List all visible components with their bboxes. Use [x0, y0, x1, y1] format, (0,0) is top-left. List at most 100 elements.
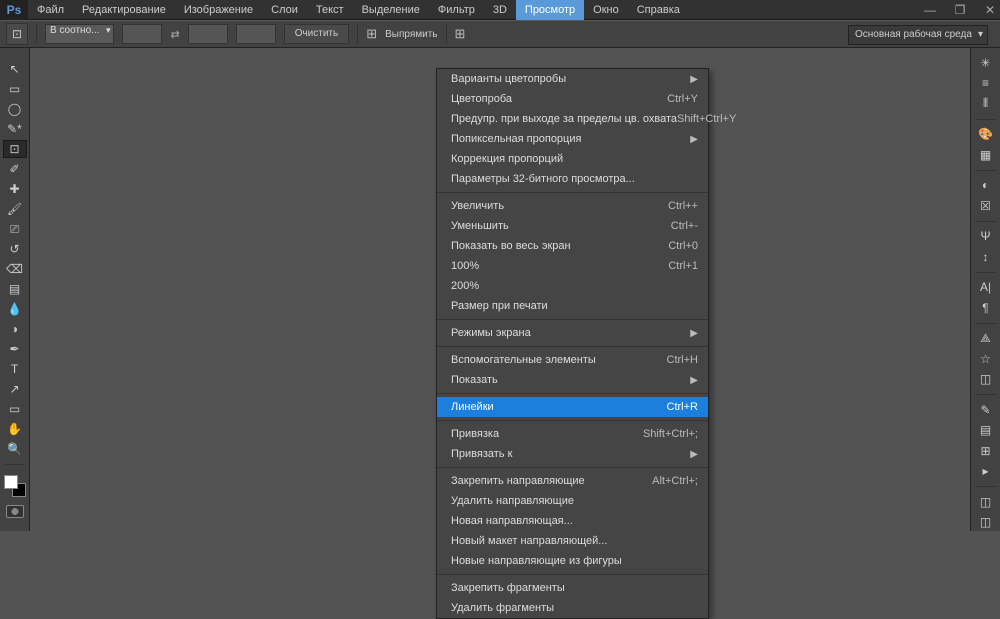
menuitem-цветопроба[interactable]: ЦветопробаCtrl+Y — [437, 89, 708, 109]
menuitem-варианты-цветопробы[interactable]: Варианты цветопробы▶ — [437, 69, 708, 89]
menu-окно[interactable]: Окно — [584, 0, 628, 20]
menu-изображение[interactable]: Изображение — [175, 0, 262, 20]
pen-tool[interactable]: ✒ — [3, 340, 27, 358]
maximize-button[interactable]: ❐ — [952, 3, 968, 17]
history-brush-tool[interactable]: ↺ — [3, 240, 27, 258]
menuitem-удалить-фрагменты[interactable]: Удалить фрагменты — [437, 598, 708, 618]
menuitem-попиксельная-пропорция[interactable]: Попиксельная пропорция▶ — [437, 129, 708, 149]
menuitem-показать[interactable]: Показать▶ — [437, 370, 708, 390]
crop-tool-icon[interactable]: ⊡ — [6, 23, 28, 45]
paragraph-panel[interactable]: ↕ — [975, 248, 997, 266]
paths-panel[interactable]: ◫ — [975, 493, 997, 511]
shape-tool[interactable]: ▭ — [3, 400, 27, 418]
workspace-switcher[interactable]: Основная рабочая среда — [848, 25, 988, 45]
menuitem-100%[interactable]: 100%Ctrl+1 — [437, 256, 708, 276]
layers-panel[interactable]: ◫ — [975, 370, 997, 388]
menu-выделение[interactable]: Выделение — [353, 0, 429, 20]
clear-button[interactable]: Очистить — [284, 24, 350, 44]
quick-select-tool[interactable]: ✎* — [3, 120, 27, 138]
quick-mask-toggle[interactable] — [6, 505, 24, 518]
menuitem-показать-во-весь-экран[interactable]: Показать во весь экранCtrl+0 — [437, 236, 708, 256]
lasso-tool[interactable]: ◯ — [3, 100, 27, 118]
dodge-tool[interactable]: ◑ — [3, 320, 27, 338]
eyedropper-tool[interactable]: ✐ — [3, 160, 27, 178]
title-bar: Ps ФайлРедактированиеИзображениеСлоиТекс… — [0, 0, 1000, 20]
menu-3d[interactable]: 3D — [484, 0, 516, 20]
channels-panel[interactable]: ◫ — [975, 514, 997, 532]
menu-редактирование[interactable]: Редактирование — [73, 0, 175, 20]
brush-tool[interactable]: 🖌 — [3, 200, 27, 218]
submenu-arrow-icon: ▶ — [690, 74, 698, 85]
menuitem-линейки[interactable]: ЛинейкиCtrl+R — [437, 397, 708, 417]
menu-текст[interactable]: Текст — [307, 0, 353, 20]
stamp-tool[interactable]: ⎚ — [3, 220, 27, 238]
menuitem-привязка[interactable]: ПривязкаShift+Ctrl+; — [437, 424, 708, 444]
adjustments-panel[interactable]: ◐ — [975, 176, 997, 194]
ratio-select[interactable]: В соотно... — [45, 24, 114, 44]
healing-tool[interactable]: ✚ — [3, 180, 27, 198]
submenu-arrow-icon: ▶ — [690, 134, 698, 145]
menuitem-новая-направляющая...[interactable]: Новая направляющая... — [437, 511, 708, 531]
overlay-grid-icon[interactable]: ⊞ — [455, 26, 466, 42]
canvas-area[interactable]: Варианты цветопробы▶ЦветопробаCtrl+YПред… — [30, 48, 970, 531]
submenu-arrow-icon: ▶ — [690, 449, 698, 460]
menuitem-увеличить[interactable]: УвеличитьCtrl++ — [437, 196, 708, 216]
menuitem-предупр.-при-выходе-за-пределы-цв.-охвата[interactable]: Предупр. при выходе за пределы цв. охват… — [437, 109, 708, 129]
gradient-tool[interactable]: ▤ — [3, 280, 27, 298]
menuitem-коррекция-пропорций[interactable]: Коррекция пропорций — [437, 149, 708, 169]
layers-comp-panel[interactable]: ☆ — [975, 350, 997, 368]
path-tool[interactable]: ↗ — [3, 380, 27, 398]
minimize-button[interactable]: — — [922, 3, 938, 17]
menu-фильтр[interactable]: Фильтр — [429, 0, 484, 20]
color-swatch[interactable] — [4, 475, 26, 497]
zoom-tool[interactable]: 🔍 — [3, 440, 27, 458]
menuitem-уменьшить[interactable]: УменьшитьCtrl+- — [437, 216, 708, 236]
type-tool[interactable]: T — [3, 360, 27, 378]
styles-panel[interactable]: ☒ — [975, 197, 997, 215]
menuitem-новый-макет-направляющей...[interactable]: Новый макет направляющей... — [437, 531, 708, 551]
menuitem-режимы-экрана[interactable]: Режимы экрана▶ — [437, 323, 708, 343]
menu-слои[interactable]: Слои — [262, 0, 307, 20]
crop-tool[interactable]: ⊡ — [3, 140, 27, 158]
notes-panel[interactable]: ✎ — [975, 401, 997, 419]
menuitem-новые-направляющие-из-фигуры[interactable]: Новые направляющие из фигуры — [437, 551, 708, 571]
history-panel[interactable]: ≡ — [975, 75, 997, 93]
swatches-panel[interactable]: ▦ — [975, 146, 997, 164]
menu-справка[interactable]: Справка — [628, 0, 689, 20]
hand-tool[interactable]: ✋ — [3, 420, 27, 438]
height-field[interactable] — [188, 24, 228, 44]
ps-logo: Ps — [0, 0, 28, 20]
res-field[interactable] — [236, 24, 276, 44]
eraser-tool[interactable]: ⌫ — [3, 260, 27, 278]
measure-panel[interactable]: ⊞ — [975, 442, 997, 460]
width-field[interactable] — [122, 24, 162, 44]
submenu-arrow-icon: ▶ — [690, 328, 698, 339]
menuitem-закрепить-направляющие[interactable]: Закрепить направляющиеAlt+Ctrl+; — [437, 471, 708, 491]
character-panel[interactable]: Ψ — [975, 227, 997, 245]
menuitem-привязать-к[interactable]: Привязать к▶ — [437, 444, 708, 464]
glyphs-panel[interactable]: A| — [975, 278, 997, 296]
histogram-panel[interactable]: ⫴ — [975, 95, 997, 113]
menuitem-200%[interactable]: 200% — [437, 276, 708, 296]
actions-panel[interactable]: ▸ — [975, 463, 997, 481]
close-button[interactable]: ✕ — [982, 3, 998, 17]
blur-tool[interactable]: 💧 — [3, 300, 27, 318]
right-panel-strip: ✳ ≡ ⫴ 🎨 ▦ ◐ ☒ Ψ ↕ A| ¶ ⟁ ☆ ◫ ✎ ▤ ⊞ ▸ ◫ ◫ — [970, 48, 1000, 531]
3d-panel[interactable]: ⟁ — [975, 329, 997, 347]
straighten-icon[interactable]: ⊞ — [366, 26, 377, 42]
paragraph-style-panel[interactable]: ¶ — [975, 299, 997, 317]
brushes-panel[interactable]: ✳ — [975, 54, 997, 72]
timeline-panel[interactable]: ▤ — [975, 421, 997, 439]
menuitem-закрепить-фрагменты[interactable]: Закрепить фрагменты — [437, 578, 708, 598]
move-tool[interactable]: ↖ — [3, 60, 27, 78]
menuitem-удалить-направляющие[interactable]: Удалить направляющие — [437, 491, 708, 511]
menu-просмотр[interactable]: Просмотр — [516, 0, 584, 20]
options-bar: ⊡ В соотно... ⇄ Очистить ⊞ Выпрямить ⊞ О… — [0, 20, 1000, 48]
swap-icon[interactable]: ⇄ — [170, 28, 179, 41]
menuitem-вспомогательные-элементы[interactable]: Вспомогательные элементыCtrl+H — [437, 350, 708, 370]
menuitem-параметры-32-битного-просмотра...[interactable]: Параметры 32-битного просмотра... — [437, 169, 708, 189]
menu-файл[interactable]: Файл — [28, 0, 73, 20]
menuitem-размер-при-печати[interactable]: Размер при печати — [437, 296, 708, 316]
color-panel[interactable]: 🎨 — [975, 126, 997, 144]
marquee-tool[interactable]: ▭ — [3, 80, 27, 98]
